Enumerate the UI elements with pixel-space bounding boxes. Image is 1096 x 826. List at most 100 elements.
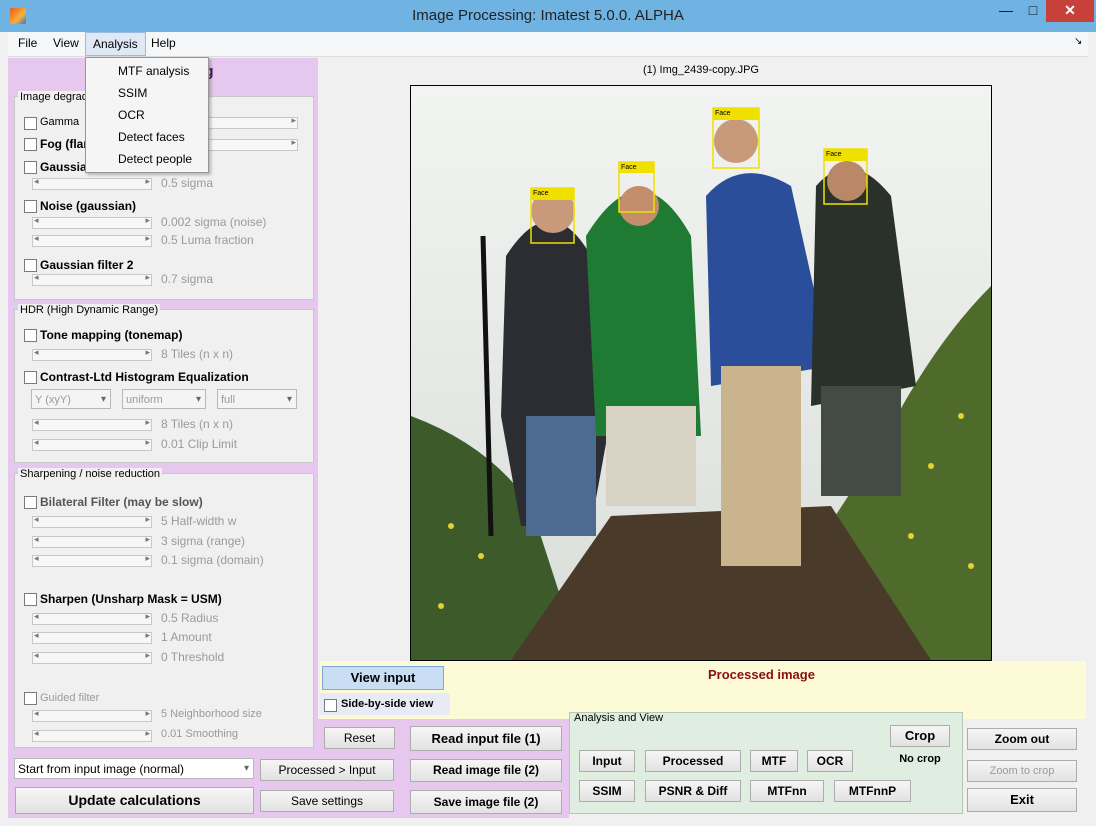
face-label: Face [826, 151, 842, 158]
clahe-clip-value: 0.01 Clip Limit [161, 437, 238, 451]
gaussian-label: Gaussia [40, 160, 87, 174]
fog-label: Fog (flar [40, 137, 88, 151]
noise-sigma-slider[interactable] [32, 215, 152, 229]
gamma-label: Gamma [40, 116, 80, 128]
window-title: Image Processing: Imatest 5.0.0. ALPHA [412, 7, 684, 24]
mtfnnp-button[interactable]: MTFnnP [834, 780, 911, 802]
tonemap-checkbox[interactable] [24, 329, 37, 342]
guided-label: Guided filter [40, 692, 100, 704]
noise-sigma-value: 0.002 sigma (noise) [161, 215, 267, 229]
guided-checkbox[interactable] [24, 692, 37, 705]
clahe-checkbox[interactable] [24, 371, 37, 384]
chevron-down-icon: ▾ [100, 394, 106, 405]
processed-image-title: Processed image [708, 667, 815, 682]
crop-status: No crop [899, 753, 941, 765]
usm-threshold-value: 0 Threshold [161, 650, 225, 664]
close-button[interactable]: ✕ [1046, 0, 1094, 22]
menu-file[interactable]: File [11, 32, 44, 54]
clahe-tiles-slider[interactable] [32, 417, 152, 431]
color-space-value: Y (xyY) [35, 394, 71, 406]
gauss2-checkbox[interactable] [24, 259, 37, 272]
exit-button[interactable]: Exit [967, 788, 1077, 812]
maximize-button[interactable]: □ [1020, 0, 1046, 22]
start-from-select[interactable]: Start from input image (normal) ▾ [14, 758, 254, 779]
gaussian-checkbox[interactable] [24, 161, 37, 174]
tonemap-tiles-slider[interactable] [32, 347, 152, 361]
bilateral-range-slider[interactable] [32, 534, 152, 548]
show-processed-button[interactable]: Processed [645, 750, 741, 772]
mtf-button[interactable]: MTF [750, 750, 798, 772]
ssim-button[interactable]: SSIM [579, 780, 635, 802]
mtfnn-button[interactable]: MTFnn [750, 780, 824, 802]
face-label: Face [715, 110, 731, 117]
psnr-diff-button[interactable]: PSNR & Diff [645, 780, 741, 802]
menu-item-ocr[interactable]: OCR [118, 108, 145, 122]
clahe-clip-slider[interactable] [32, 437, 152, 451]
view-input-button[interactable]: View input [322, 666, 444, 690]
noise-luma-slider[interactable] [32, 233, 152, 247]
reset-button[interactable]: Reset [324, 727, 395, 749]
undock-icon[interactable]: ↘ [1074, 36, 1082, 47]
range-select[interactable]: full ▾ [217, 389, 297, 409]
save-image-file-button[interactable]: Save image file (2) [410, 790, 562, 814]
guided-smooth-slider[interactable] [32, 728, 152, 742]
ocr-button[interactable]: OCR [807, 750, 853, 772]
menu-view[interactable]: View [46, 32, 86, 54]
face-label: Face [533, 190, 549, 197]
sharpening-group-title: Sharpening / noise reduction [18, 468, 163, 480]
usm-amount-slider[interactable] [32, 630, 152, 644]
bilateral-width-slider[interactable] [32, 514, 152, 528]
crop-button[interactable]: Crop [890, 725, 950, 747]
gamma-checkbox[interactable] [24, 117, 37, 130]
menu-item-detect-people[interactable]: Detect people [118, 152, 192, 166]
gauss2-label: Gaussian filter 2 [40, 258, 134, 272]
distribution-select[interactable]: uniform ▾ [122, 389, 206, 409]
color-space-select[interactable]: Y (xyY) ▾ [31, 389, 111, 409]
menu-help[interactable]: Help [144, 32, 183, 54]
save-settings-button[interactable]: Save settings [260, 790, 394, 812]
degradation-group-title: Image degrad [18, 91, 90, 103]
guided-size-value: 5 Neighborhood size [161, 708, 262, 720]
processed-image-photo[interactable]: Face Face Face Face [410, 85, 992, 661]
hiker-photo-illustration [411, 86, 991, 660]
read-image-file-button[interactable]: Read image file (2) [410, 759, 562, 782]
distribution-value: uniform [126, 394, 163, 406]
image-filename: (1) Img_2439-copy.JPG [643, 64, 759, 76]
noise-checkbox[interactable] [24, 200, 37, 213]
bilateral-range-value: 3 sigma (range) [161, 534, 246, 548]
usm-checkbox[interactable] [24, 593, 37, 606]
chevron-down-icon: ▾ [243, 763, 249, 774]
range-value: full [221, 394, 236, 406]
bilateral-domain-value: 0.1 sigma (domain) [161, 553, 264, 567]
chevron-down-icon: ▾ [195, 394, 201, 405]
minimize-button[interactable]: — [992, 0, 1020, 22]
processed-to-input-button[interactable]: Processed > Input [260, 759, 394, 781]
hdr-group-title: HDR (High Dynamic Range) [18, 304, 161, 316]
side-by-side-checkbox[interactable] [324, 699, 337, 712]
clahe-tiles-value: 8 Tiles (n x n) [161, 417, 234, 431]
fog-checkbox[interactable] [24, 138, 37, 151]
guided-size-slider[interactable] [32, 708, 152, 722]
gauss2-sigma-slider[interactable] [32, 272, 152, 286]
zoom-to-crop-button[interactable]: Zoom to crop [967, 760, 1077, 782]
bilateral-width-value: 5 Half-width w [161, 514, 237, 528]
bilateral-domain-slider[interactable] [32, 553, 152, 567]
usm-radius-slider[interactable] [32, 611, 152, 625]
tonemap-tiles-value: 8 Tiles (n x n) [161, 347, 234, 361]
gauss2-sigma-value: 0.7 sigma [161, 272, 214, 286]
zoom-out-button[interactable]: Zoom out [967, 728, 1077, 750]
menu-item-detect-faces[interactable]: Detect faces [118, 130, 185, 144]
gaussian-sigma-slider[interactable] [32, 176, 152, 190]
side-by-side-label: Side-by-side view [341, 698, 434, 710]
menu-item-ssim[interactable]: SSIM [118, 86, 147, 100]
usm-threshold-slider[interactable] [32, 650, 152, 664]
read-input-file-button[interactable]: Read input file (1) [410, 726, 562, 751]
menu-analysis[interactable]: Analysis [85, 32, 146, 56]
bilateral-checkbox[interactable] [24, 496, 37, 509]
guided-smooth-value: 0.01 Smoothing [161, 728, 239, 740]
face-label: Face [621, 164, 637, 171]
chevron-down-icon: ▾ [286, 394, 292, 405]
menu-item-mtf[interactable]: MTF analysis [118, 64, 189, 78]
show-input-button[interactable]: Input [579, 750, 635, 772]
update-calculations-button[interactable]: Update calculations [15, 787, 254, 814]
